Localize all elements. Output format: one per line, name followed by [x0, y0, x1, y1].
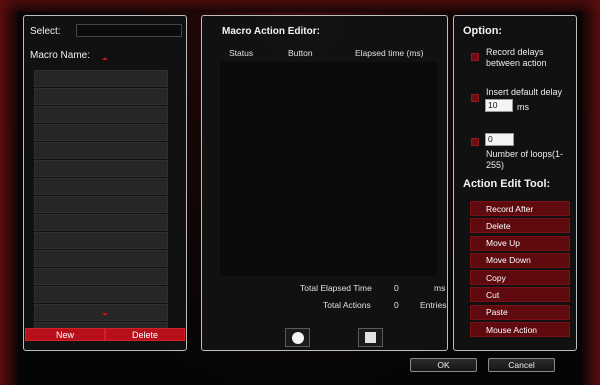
macro-action-editor-panel: Macro Action Editor: Status Button Elaps… — [201, 15, 448, 351]
select-input[interactable] — [76, 24, 182, 37]
record-button[interactable] — [285, 328, 310, 347]
select-label: Select: — [30, 26, 61, 37]
list-item[interactable] — [34, 232, 168, 249]
column-header-elapsed-time: Elapsed time (ms) — [355, 48, 424, 58]
list-item[interactable] — [34, 70, 168, 87]
paste-button[interactable]: Paste — [470, 304, 570, 320]
delete-action-button[interactable]: Delete — [470, 218, 570, 234]
list-item[interactable] — [34, 178, 168, 195]
list-item[interactable] — [34, 124, 168, 141]
list-item[interactable] — [34, 304, 168, 321]
list-item[interactable] — [34, 286, 168, 303]
option-title: Option: — [463, 25, 503, 37]
total-actions-value: 0 — [394, 300, 399, 310]
macro-name-list[interactable] — [34, 70, 168, 340]
macro-name-label: Macro Name: — [30, 50, 91, 61]
cut-button[interactable]: Cut — [470, 287, 570, 303]
options-panel: Option: Record delays between action Ins… — [453, 15, 577, 351]
total-elapsed-time-unit: ms — [434, 283, 446, 293]
right-frame-glow — [582, 0, 600, 385]
column-header-button: Button — [288, 48, 313, 58]
loops-input[interactable]: 0 — [485, 133, 514, 146]
list-item[interactable] — [34, 268, 168, 285]
stop-icon — [365, 332, 376, 343]
total-elapsed-time-label: Total Elapsed Time — [300, 283, 372, 293]
action-edit-tool-list: Record After Delete Move Up Move Down Co… — [470, 201, 570, 339]
record-after-button[interactable]: Record After — [470, 201, 570, 216]
cancel-button[interactable]: Cancel — [488, 358, 555, 372]
column-header-status: Status — [229, 48, 254, 58]
record-delays-label: Record delays between action — [486, 47, 547, 68]
total-actions-label: Total Actions — [323, 300, 371, 310]
list-item[interactable] — [34, 196, 168, 213]
scroll-up-arrow-icon[interactable] — [102, 57, 108, 60]
scroll-down-arrow-icon[interactable] — [102, 313, 108, 316]
list-item[interactable] — [34, 88, 168, 105]
insert-default-delay-checkbox[interactable] — [471, 94, 479, 102]
insert-default-delay-label: Insert default delay — [486, 87, 563, 97]
action-list-area[interactable] — [220, 62, 437, 276]
total-elapsed-time-value: 0 — [394, 283, 399, 293]
loops-label: Number of loops(1-255) — [486, 149, 564, 170]
list-item[interactable] — [34, 214, 168, 231]
delay-unit-label: ms — [517, 102, 529, 112]
left-frame-glow — [0, 0, 18, 385]
new-macro-button[interactable]: New — [25, 328, 105, 341]
editor-title: Macro Action Editor: — [222, 26, 320, 37]
ok-button[interactable]: OK — [410, 358, 477, 372]
record-icon — [291, 331, 304, 344]
list-item[interactable] — [34, 160, 168, 177]
stop-button[interactable] — [358, 328, 383, 347]
list-item[interactable] — [34, 250, 168, 267]
action-edit-tool-title: Action Edit Tool: — [463, 178, 551, 190]
macro-list-panel: Select: Macro Name: New Delete — [23, 15, 187, 351]
list-item[interactable] — [34, 106, 168, 123]
delete-macro-button[interactable]: Delete — [105, 328, 185, 341]
record-delays-checkbox[interactable] — [471, 53, 479, 61]
list-item[interactable] — [34, 142, 168, 159]
loops-checkbox[interactable] — [471, 138, 479, 146]
mouse-action-button[interactable]: Mouse Action — [470, 322, 570, 338]
move-down-button[interactable]: Move Down — [470, 252, 570, 268]
default-delay-input[interactable]: 10 — [485, 99, 513, 112]
total-actions-unit: Entries — [420, 300, 447, 310]
move-up-button[interactable]: Move Up — [470, 235, 570, 251]
window-top-frame — [0, 0, 600, 12]
copy-button[interactable]: Copy — [470, 270, 570, 286]
